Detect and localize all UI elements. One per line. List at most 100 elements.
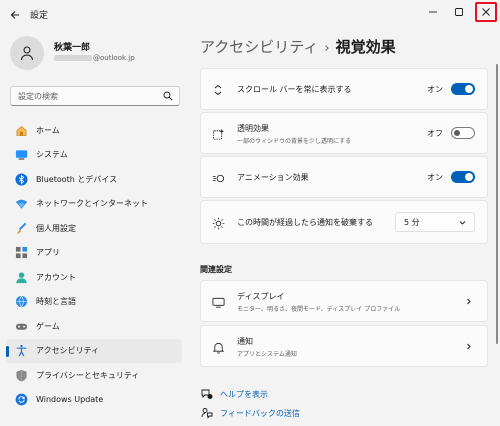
setting-label: 通知 xyxy=(237,337,253,346)
sidebar-item-label: Windows Update xyxy=(36,395,104,405)
avatar xyxy=(10,36,44,70)
chevron-right-icon xyxy=(467,298,471,305)
notification-timeout-dropdown[interactable]: 5 分 xyxy=(395,212,475,232)
breadcrumb-current: 視覚効果 xyxy=(335,38,396,56)
feedback-icon xyxy=(200,406,214,420)
setting-label: この時間が経過したら通知を破棄する xyxy=(237,218,373,227)
setting-transparency-card: 透明効果 一部のウィンドウの背景を少し透明にする オフ xyxy=(200,112,488,154)
search-icon xyxy=(163,91,173,101)
bell-icon xyxy=(211,340,225,354)
sidebar-item-label: ゲーム xyxy=(36,321,60,331)
toggle-state-label: オフ xyxy=(427,129,443,138)
person-icon xyxy=(21,46,33,61)
back-arrow-icon xyxy=(10,11,19,19)
related-display-link[interactable]: ディスプレイ モニター、明るさ、夜間モード、ディスプレイ プロファイル xyxy=(200,280,488,322)
setting-notification-timeout-card: この時間が経過したら通知を破棄する 5 分 xyxy=(200,200,488,244)
system-icon xyxy=(14,148,28,162)
scrollbar-arrows-icon xyxy=(211,83,225,97)
user-email: @outlook.jp xyxy=(54,54,135,62)
personalization-icon xyxy=(14,221,28,235)
sidebar-item-time-language[interactable]: 時刻と言語 xyxy=(6,290,182,315)
sidebar-item-label: 時刻と言語 xyxy=(36,297,76,307)
scrollbars-toggle[interactable] xyxy=(451,83,475,95)
setting-sublabel: モニター、明るさ、夜間モード、ディスプレイ プロファイル xyxy=(237,306,401,313)
toggle-state-label: オン xyxy=(427,85,443,94)
sidebar-item-bluetooth[interactable]: Bluetooth とデバイス xyxy=(6,167,182,192)
get-help-link[interactable]: ヘルプを表示 xyxy=(200,387,268,401)
chevron-down-icon xyxy=(459,221,466,225)
animation-toggle[interactable] xyxy=(451,171,475,183)
sidebar-item-windows-update[interactable]: Windows Update xyxy=(6,388,182,413)
email-domain: @outlook.jp xyxy=(93,54,135,62)
sidebar-item-account[interactable]: アカウント xyxy=(6,265,182,290)
chevron-right-icon xyxy=(467,343,471,350)
sidebar-item-label: システム xyxy=(36,150,68,160)
transparency-sparkle-icon xyxy=(211,127,225,141)
privacy-icon xyxy=(14,368,28,382)
setting-sublabel: アプリとシステム通知 xyxy=(237,351,297,358)
user-name: 秋葉一郎 xyxy=(54,43,91,53)
apps-icon xyxy=(14,246,28,260)
sidebar-item-label: アクセシビリティ xyxy=(36,346,100,356)
sidebar-item-label: アカウント xyxy=(36,272,76,282)
windows-update-icon xyxy=(14,393,28,407)
email-redaction xyxy=(54,55,92,61)
user-profile[interactable]: 秋葉一郎 @outlook.jp xyxy=(10,36,180,72)
get-help-label: ヘルプを表示 xyxy=(220,389,268,399)
setting-sublabel: 一部のウィンドウの背景を少し透明にする xyxy=(237,138,352,145)
sidebar-item-network[interactable]: ネットワークとインターネット xyxy=(6,192,182,217)
gaming-icon xyxy=(14,319,28,333)
scrollbar[interactable] xyxy=(496,64,498,344)
network-icon xyxy=(14,197,28,211)
breadcrumb-accessibility[interactable]: アクセシビリティ xyxy=(200,38,318,56)
feedback-link[interactable]: フィードバックの送信 xyxy=(200,406,300,420)
related-settings-heading: 関連設定 xyxy=(200,265,232,274)
home-icon xyxy=(14,123,28,137)
page-title: アクセシビリティ › 視覚効果 xyxy=(200,36,396,57)
feedback-label: フィードバックの送信 xyxy=(220,408,300,418)
account-icon xyxy=(14,270,28,284)
sidebar-item-accessibility[interactable]: アクセシビリティ xyxy=(6,338,182,363)
setting-label: アニメーション効果 xyxy=(237,173,309,182)
search-placeholder: 設定の検索 xyxy=(18,92,58,101)
sidebar-item-label: ホーム xyxy=(36,125,60,135)
sidebar-item-label: ネットワークとインターネット xyxy=(36,199,148,209)
title-bar: 設定 xyxy=(0,0,500,30)
setting-label: スクロール バーを常に表示する xyxy=(237,85,352,94)
accessibility-icon xyxy=(14,344,28,358)
minimize-icon xyxy=(429,11,437,13)
sidebar-item-gaming[interactable]: ゲーム xyxy=(6,314,182,339)
minimize-button[interactable] xyxy=(422,2,444,22)
app-title: 設定 xyxy=(30,11,49,21)
setting-label: ディスプレイ xyxy=(237,292,285,301)
setting-animation-card: アニメーション効果 オン xyxy=(200,156,488,198)
maximize-button[interactable] xyxy=(448,2,470,22)
back-button[interactable] xyxy=(6,6,24,24)
search-input[interactable]: 設定の検索 xyxy=(10,86,180,106)
sidebar-item-system[interactable]: システム xyxy=(6,143,182,168)
sidebar-item-personalization[interactable]: 個人用設定 xyxy=(6,216,182,241)
help-icon xyxy=(200,387,214,401)
monitor-icon xyxy=(211,295,225,309)
sidebar-item-label: Bluetooth とデバイス xyxy=(36,174,118,184)
dropdown-value: 5 分 xyxy=(404,218,420,227)
brightness-sun-icon xyxy=(211,216,225,230)
sidebar-item-apps[interactable]: アプリ xyxy=(6,241,182,266)
close-icon xyxy=(482,8,490,16)
time-language-icon xyxy=(14,295,28,309)
sidebar-nav: ホーム システム Bluetooth とデバイス ネットワークとインターネット … xyxy=(6,118,182,412)
sidebar-item-privacy[interactable]: プライバシーとセキュリティ xyxy=(6,363,182,388)
transparency-toggle[interactable] xyxy=(451,127,475,139)
sidebar-item-home[interactable]: ホーム xyxy=(6,118,182,143)
breadcrumb-separator: › xyxy=(324,41,330,56)
setting-label: 透明効果 xyxy=(237,124,269,133)
close-button[interactable] xyxy=(475,2,497,22)
sidebar-item-label: 個人用設定 xyxy=(36,223,76,233)
setting-scrollbars-card: スクロール バーを常に表示する オン xyxy=(200,68,488,110)
related-notifications-link[interactable]: 通知 アプリとシステム通知 xyxy=(200,325,488,367)
sidebar-item-label: プライバシーとセキュリティ xyxy=(36,370,140,380)
bluetooth-icon xyxy=(14,172,28,186)
sidebar-item-label: アプリ xyxy=(36,248,60,258)
maximize-icon xyxy=(455,8,463,16)
animation-icon xyxy=(211,171,225,185)
